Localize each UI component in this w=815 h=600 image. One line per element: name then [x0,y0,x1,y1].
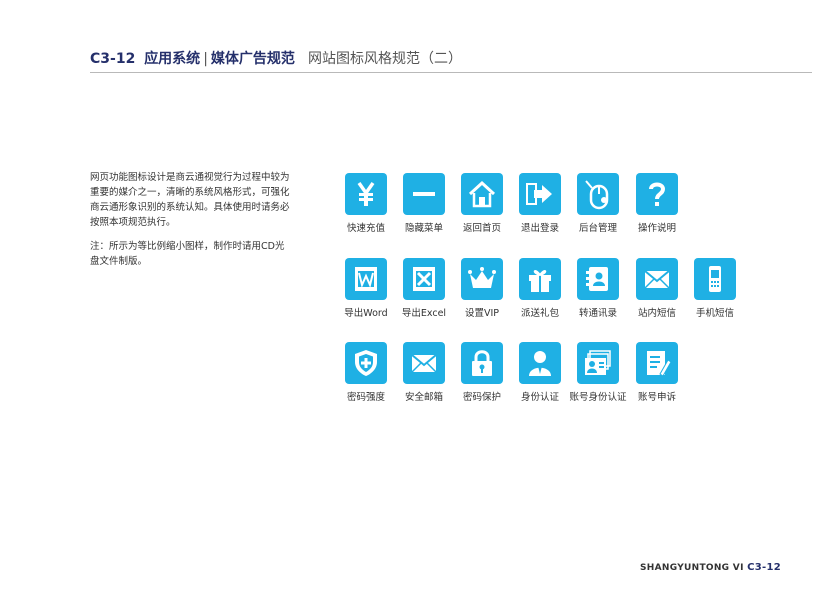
footer-brand: SHANGYUNTONG VI [640,563,744,573]
mail-icon [403,342,445,384]
gift-icon [519,258,561,300]
icon-label: 快速充值 [346,223,385,234]
description-note: 注：所示为等比例缩小图样，制作时请用CD光盘文件制版。 [90,241,285,267]
minus-icon [403,173,445,215]
yen-icon [345,173,387,215]
icon-item: 导出Word [333,258,399,319]
logout-arrow-icon [519,173,561,215]
icon-label: 操作说明 [637,223,676,234]
icon-item: 派送礼包 [507,258,573,319]
icon-label: 导出Word [344,308,388,319]
envelope-icon [636,258,678,300]
lock-icon [461,342,503,384]
icon-item: 转通讯录 [565,258,631,319]
icon-label: 账号申诉 [637,392,676,403]
icon-item: 身份认证 [507,342,573,403]
icon-item: 账号身份认证 [565,342,631,403]
icon-label: 密码强度 [346,392,385,403]
question-icon [636,173,678,215]
icon-label: 派送礼包 [520,308,559,319]
icon-label: 手机短信 [695,308,734,319]
description-paragraph: 网页功能图标设计是商云通视觉行为过程中较为重要的媒介之一，清晰的系统风格形式，可… [90,172,290,228]
icon-label: 后台管理 [578,223,617,234]
icon-item: 密码强度 [333,342,399,403]
header-title: C3-12 应用系统 | 媒体广告规范 [90,48,295,68]
icon-label: 隐藏菜单 [404,223,443,234]
icon-item: 密码保护 [449,342,515,403]
icon-label: 转通讯录 [578,308,617,319]
icon-item: 操作说明 [624,173,690,234]
icon-label: 密码保护 [462,392,501,403]
appeal-document-icon [636,342,678,384]
icon-label: 返回首页 [462,223,501,234]
icon-label: 身份认证 [520,392,559,403]
crown-icon [461,258,503,300]
shield-icon [345,342,387,384]
icon-item: 退出登录 [507,173,573,234]
icon-label: 账号身份认证 [569,392,627,403]
word-icon [345,258,387,300]
mouse-icon [577,173,619,215]
icon-item: 快速充值 [333,173,399,234]
chapter-name: 媒体广告规范 [210,51,295,67]
contacts-icon [577,258,619,300]
section-name: 应用系统 [144,51,201,67]
page-header: C3-12 应用系统 | 媒体广告规范 网站图标风格规范（二） [90,48,812,73]
icon-item: 隐藏菜单 [391,173,457,234]
page-footer: SHANGYUNTONG VI C3-12 [640,562,781,573]
excel-icon [403,258,445,300]
id-cards-icon [577,342,619,384]
icon-item: 手机短信 [682,258,748,319]
description-block: 网页功能图标设计是商云通视觉行为过程中较为重要的媒介之一，清晰的系统风格形式，可… [90,170,290,278]
person-icon [519,342,561,384]
icon-label: 站内短信 [637,308,676,319]
page-subtitle: 网站图标风格规范（二） [308,51,462,67]
footer-code: C3-12 [747,562,782,573]
icon-item: 返回首页 [449,173,515,234]
section-code: C3-12 [90,51,136,67]
header-separator: | [203,51,208,67]
home-icon [461,173,503,215]
icon-item: 安全邮箱 [391,342,457,403]
icon-label: 安全邮箱 [404,392,443,403]
icon-label: 设置VIP [464,308,500,319]
icon-label: 导出Excel [401,308,447,319]
icon-item: 设置VIP [449,258,515,319]
mobile-phone-icon [694,258,736,300]
icon-item: 站内短信 [624,258,690,319]
icon-label: 退出登录 [520,223,559,234]
icon-item: 导出Excel [391,258,457,319]
icon-item: 账号申诉 [624,342,690,403]
icon-item: 后台管理 [565,173,631,234]
